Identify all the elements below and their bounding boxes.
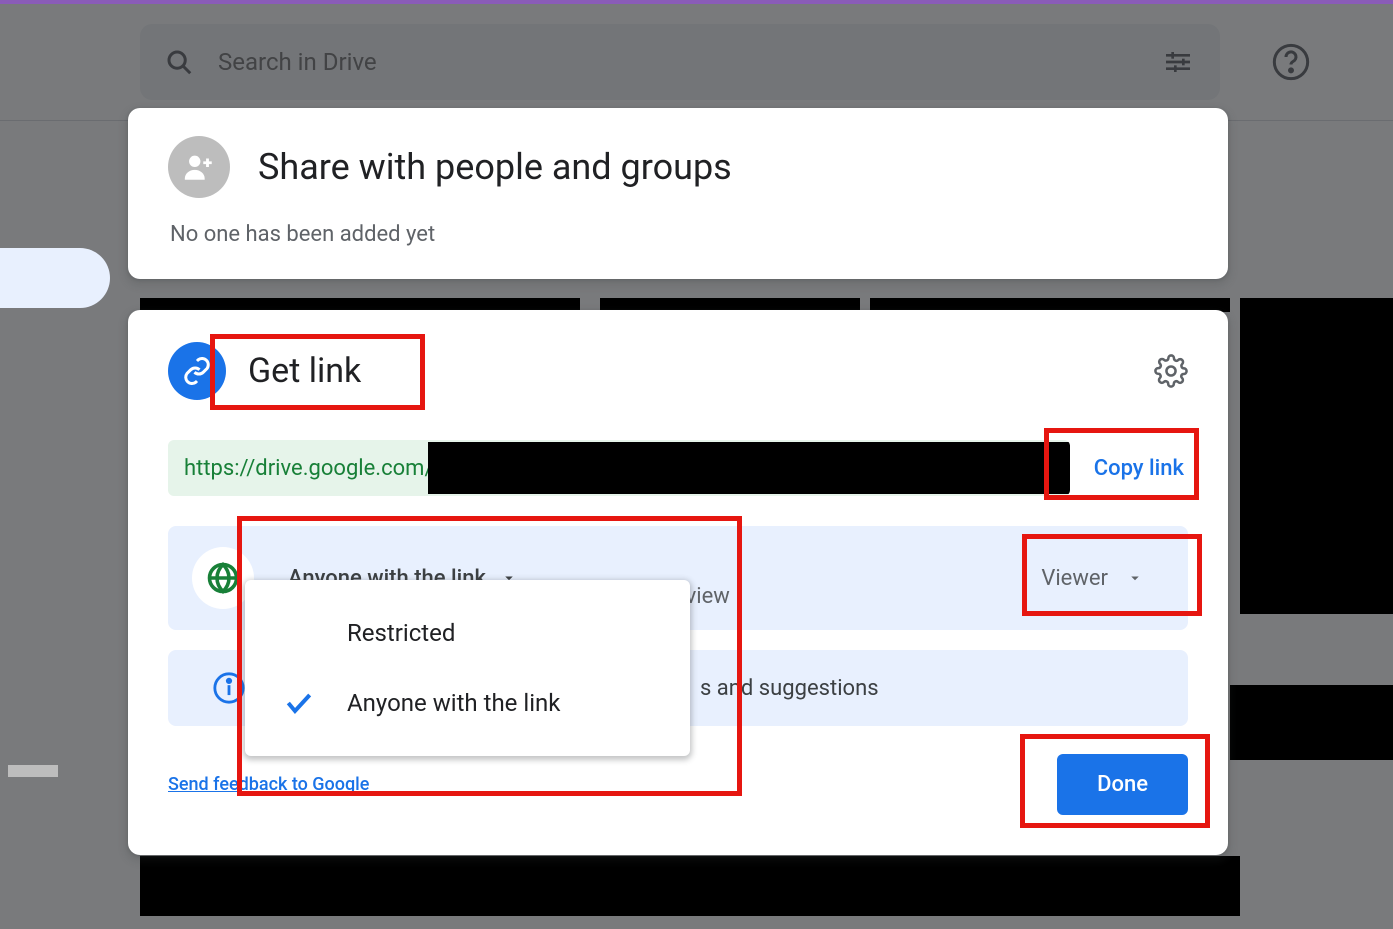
- access-option-anyone[interactable]: Anyone with the link: [245, 668, 690, 738]
- check-icon: [279, 687, 319, 719]
- redaction: [1240, 298, 1393, 614]
- info-icon: [212, 671, 246, 705]
- redaction: [140, 856, 1240, 916]
- url-redaction: [428, 442, 1070, 494]
- access-option-restricted[interactable]: Restricted: [245, 598, 690, 668]
- share-people-card: Share with people and groups No one has …: [128, 108, 1228, 279]
- info-text-fragment: s and suggestions: [700, 676, 879, 701]
- permission-dropdown[interactable]: Viewer: [1021, 548, 1164, 609]
- sidebar-active-pill: [0, 248, 110, 308]
- sidebar-stub: [8, 765, 58, 777]
- feedback-link[interactable]: Send feedback to Google: [168, 774, 369, 795]
- share-title: Share with people and groups: [258, 146, 732, 188]
- person-add-icon: [168, 136, 230, 198]
- settings-button[interactable]: [1154, 354, 1188, 388]
- url-field[interactable]: https://drive.google.com/: [168, 440, 1070, 496]
- share-subtitle: No one has been added yet: [170, 222, 1188, 247]
- access-scope-menu: Restricted Anyone with the link: [245, 580, 690, 756]
- get-link-title: Get link: [248, 351, 361, 391]
- done-button[interactable]: Done: [1057, 754, 1188, 815]
- permission-label: Viewer: [1041, 566, 1108, 591]
- url-text: https://drive.google.com/: [184, 456, 434, 481]
- copy-link-button[interactable]: Copy link: [1090, 444, 1188, 493]
- link-icon: [168, 342, 226, 400]
- redaction: [1230, 685, 1393, 760]
- access-option-label: Anyone with the link: [347, 689, 560, 717]
- access-option-label: Restricted: [347, 619, 455, 647]
- chevron-down-icon: [1126, 569, 1144, 587]
